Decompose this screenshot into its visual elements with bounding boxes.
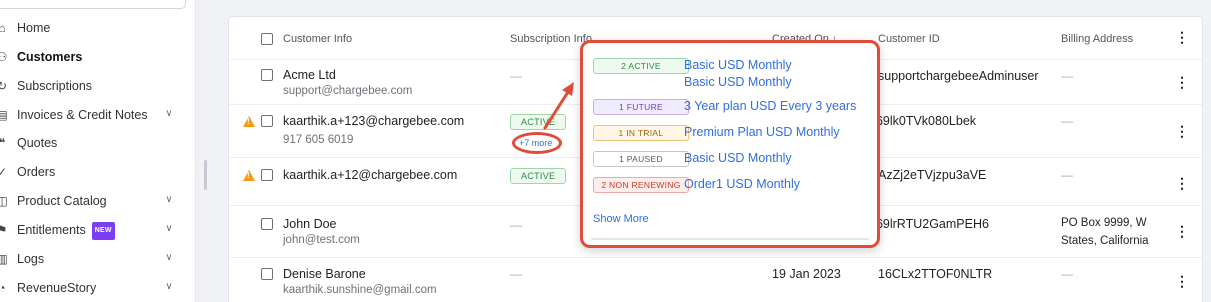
status-badge: 1 PAUSED xyxy=(593,151,689,167)
subscription-group-future: 1 FUTURE xyxy=(593,99,689,115)
status-badge: 2 ACTIVE xyxy=(593,58,689,74)
subscription-group-active: 2 ACTIVE xyxy=(593,58,689,74)
popover-divider xyxy=(591,238,869,240)
subscription-link[interactable]: Basic USD Monthly xyxy=(684,151,792,166)
subscription-group-paused: 1 PAUSED xyxy=(593,151,689,167)
subscription-group-non-renewing: 2 NON RENEWING xyxy=(593,177,689,193)
subscriptions-popover: 2 ACTIVE Basic USD Monthly Basic USD Mon… xyxy=(580,40,880,248)
subscription-link[interactable]: Order1 USD Monthly xyxy=(684,177,800,192)
subscription-link[interactable]: Basic USD Monthly xyxy=(684,58,792,73)
status-badge: 2 NON RENEWING xyxy=(593,177,689,193)
subscription-link[interactable]: Basic USD Monthly xyxy=(684,75,792,90)
status-badge: 1 FUTURE xyxy=(593,99,689,115)
status-badge: 1 IN TRIAL xyxy=(593,125,689,141)
subscription-link[interactable]: 3 Year plan USD Every 3 years xyxy=(684,99,856,114)
subscription-group-in-trial: 1 IN TRIAL xyxy=(593,125,689,141)
show-more-link[interactable]: Show More xyxy=(593,213,649,225)
subscription-link[interactable]: Premium Plan USD Monthly xyxy=(684,125,840,140)
